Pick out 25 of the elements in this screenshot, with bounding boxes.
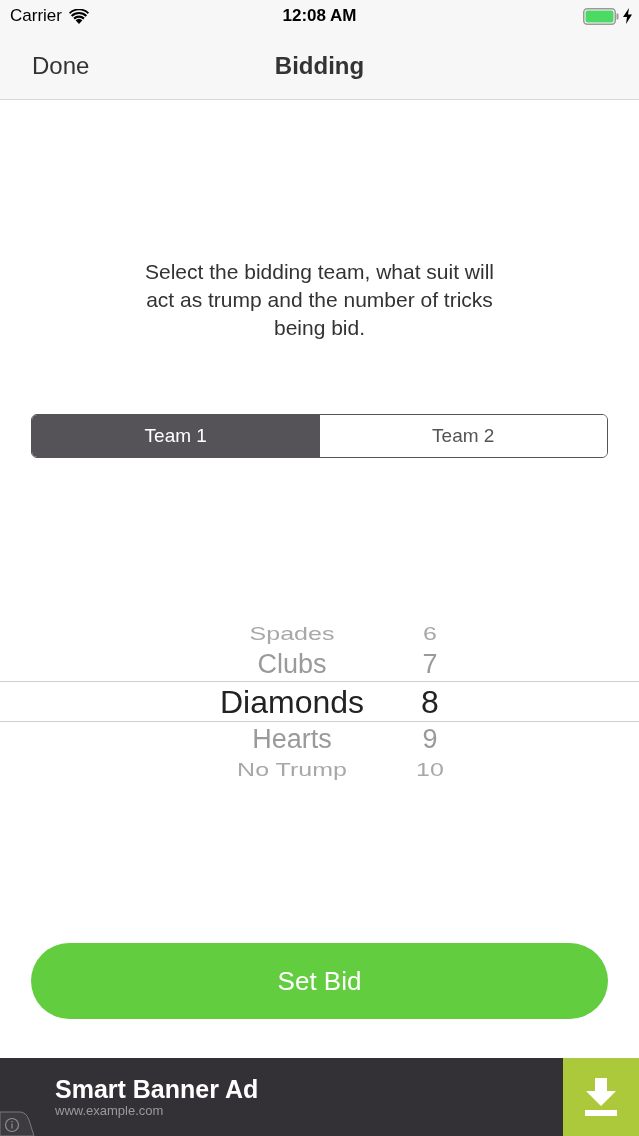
ad-banner[interactable]: Smart Banner Ad www.example.com xyxy=(0,1058,639,1136)
picker-option[interactable]: 10 xyxy=(416,760,444,779)
nav-title: Bidding xyxy=(274,51,365,79)
picker-option[interactable]: 7 xyxy=(422,650,438,678)
wifi-icon xyxy=(68,8,89,24)
picker-option[interactable]: No Trump xyxy=(237,760,347,779)
info-icon[interactable] xyxy=(0,1110,36,1136)
instruction-text: Select the bidding team, what suit will act as trump and the number of tricks being bid. xyxy=(144,259,495,341)
picker-option[interactable]: 8 xyxy=(421,685,439,718)
picker-option[interactable]: Spades xyxy=(249,624,335,643)
battery-icon xyxy=(583,7,619,25)
picker-option[interactable]: Hearts xyxy=(252,725,332,753)
picker-option[interactable]: 6 xyxy=(423,624,437,643)
status-time: 12:08 AM xyxy=(282,6,357,26)
download-icon xyxy=(585,1078,617,1116)
picker-option[interactable]: 9 xyxy=(422,725,438,753)
done-button[interactable]: Done xyxy=(32,47,90,84)
ad-title: Smart Banner Ad xyxy=(55,1075,260,1103)
charging-bolt-icon xyxy=(623,8,632,24)
picker-option[interactable]: Diamonds xyxy=(219,685,365,718)
carrier-label: Carrier xyxy=(10,5,62,28)
team-tab[interactable]: Team 1 xyxy=(32,415,320,457)
picker-option[interactable]: Clubs xyxy=(257,650,327,678)
ad-url: www.example.com xyxy=(55,1103,165,1119)
set-bid-button[interactable]: Set Bid xyxy=(31,943,608,1019)
